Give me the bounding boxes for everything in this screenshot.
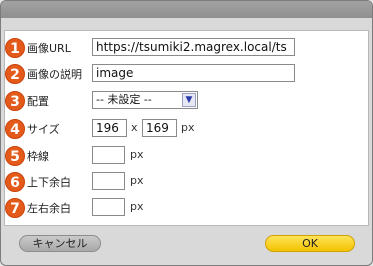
horizontal-margin-label: 左右余白 [27,202,71,215]
horizontal-margin-input[interactable] [92,198,125,216]
form-panel: 1 画像URL https://tsumiki2.magrex.local/ts… [4,30,369,226]
size-label: サイズ [27,123,60,136]
dialog-titlebar[interactable] [1,1,372,18]
image-description-label: 画像の説明 [27,68,82,81]
horizontal-margin-row: 7 左右余白 px [5,198,368,222]
vertical-margin-label: 上下余白 [27,176,71,189]
number-badge-1: 1 [5,38,25,58]
border-input[interactable] [92,146,125,164]
horizontal-margin-unit: px [130,200,144,213]
size-row: 4 サイズ 196 x 169 px [5,119,368,143]
border-label: 枠線 [27,150,49,163]
image-description-row: 2 画像の説明 image [5,64,368,88]
size-unit: px [181,121,195,134]
border-unit: px [130,148,144,161]
ok-button[interactable]: OK [265,235,355,252]
alignment-label: 配置 [27,95,49,108]
vertical-margin-row: 6 上下余白 px [5,172,368,196]
alignment-select-value: -- 未設定 -- [96,93,152,106]
height-input[interactable]: 169 [142,119,177,137]
chevron-down-icon[interactable]: ▼ [182,93,196,107]
image-url-label: 画像URL [27,42,71,55]
alignment-row: 3 配置 -- 未設定 -- ▼ [5,91,368,115]
cancel-button[interactable]: キャンセル [19,235,101,252]
width-input[interactable]: 196 [92,119,127,137]
vertical-margin-input[interactable] [92,172,125,190]
number-badge-5: 5 [5,146,25,166]
image-description-input[interactable]: image [92,64,295,82]
number-badge-7: 7 [5,198,25,218]
vertical-margin-unit: px [130,174,144,187]
number-badge-4: 4 [5,119,25,139]
number-badge-3: 3 [5,91,25,111]
border-row: 5 枠線 px [5,146,368,170]
number-badge-2: 2 [5,64,25,84]
alignment-select[interactable]: -- 未設定 -- ▼ [92,91,198,109]
image-url-row: 1 画像URL https://tsumiki2.magrex.local/ts [5,38,368,62]
image-url-input[interactable]: https://tsumiki2.magrex.local/ts [92,38,295,56]
number-badge-6: 6 [5,172,25,192]
image-properties-dialog: 1 画像URL https://tsumiki2.magrex.local/ts… [0,0,373,266]
size-separator: x [131,121,138,134]
